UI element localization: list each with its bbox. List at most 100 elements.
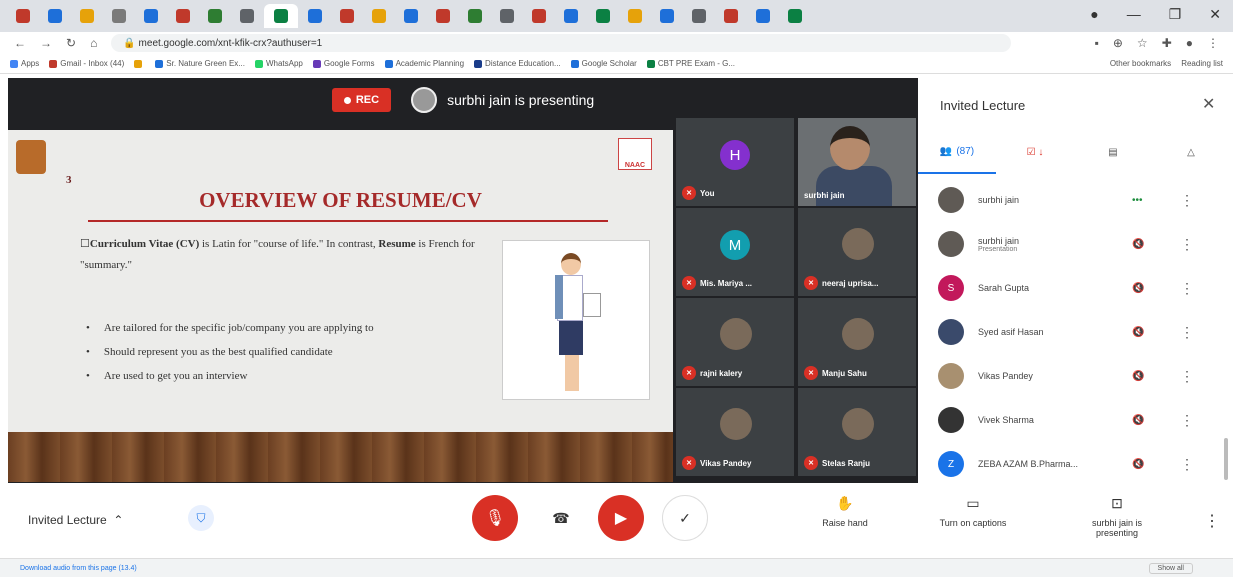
meeting-details[interactable]: Invited Lecture ⌃: [28, 513, 123, 527]
browser-tab[interactable]: [332, 4, 362, 28]
camera-icon[interactable]: ▪: [1095, 36, 1099, 50]
participant-avatar: M: [720, 230, 750, 260]
participant-tile[interactable]: surbhi jain: [798, 118, 916, 206]
participant-tile[interactable]: H ✕ You: [676, 118, 794, 206]
participant-tile[interactable]: M ✕ Mis. Mariya ...: [676, 208, 794, 296]
participant-more-icon[interactable]: ⋮: [1180, 412, 1194, 429]
participant-tile[interactable]: ✕ rajni kalery: [676, 298, 794, 386]
browser-tab[interactable]: [492, 4, 522, 28]
browser-tab[interactable]: [72, 4, 102, 28]
tab-people[interactable]: 👥 (87): [918, 130, 996, 174]
participant-row[interactable]: Syed asif Hasan 🔇 ⋮: [918, 310, 1233, 354]
reload-icon[interactable]: ↻: [66, 36, 76, 50]
browser-tab[interactable]: [200, 4, 230, 28]
participant-more-icon[interactable]: ⋮: [1180, 456, 1194, 473]
bookmark-item[interactable]: Distance Education...: [474, 59, 561, 68]
tab-chat[interactable]: ▤: [1074, 147, 1152, 158]
participant-tile[interactable]: ✕ Stelas Ranju: [798, 388, 916, 476]
browser-tab[interactable]: [264, 4, 298, 28]
participant-row[interactable]: Z ZEBA AZAM B.Pharma... 🔇 ⋮: [918, 442, 1233, 486]
close-panel-icon[interactable]: ✕: [1202, 94, 1215, 114]
tab-host-controls[interactable]: △: [1152, 147, 1230, 158]
bookmark-folder[interactable]: Reading list: [1181, 59, 1223, 68]
mic-off-button[interactable]: 🎙: [472, 495, 518, 541]
participant-row[interactable]: surbhi jain ••• ⋮: [918, 178, 1233, 222]
url-field[interactable]: 🔒 meet.google.com/xnt-kfik-crx?authuser=…: [111, 34, 1012, 52]
participant-row[interactable]: Vivek Sharma 🔇 ⋮: [918, 398, 1233, 442]
browser-tab[interactable]: [588, 4, 618, 28]
home-icon[interactable]: ⌂: [90, 36, 97, 50]
bookmark-item[interactable]: Sr. Nature Green Ex...: [155, 59, 245, 68]
browser-tab[interactable]: [300, 4, 330, 28]
browser-tab[interactable]: [780, 4, 810, 28]
browser-tab[interactable]: [232, 4, 262, 28]
participant-more-icon[interactable]: ⋮: [1180, 280, 1194, 297]
browser-tab-strip: ● — ❐ ✕: [0, 0, 1233, 32]
browser-tab[interactable]: [364, 4, 394, 28]
browser-tab[interactable]: [460, 4, 490, 28]
minimize-icon[interactable]: —: [1127, 6, 1141, 23]
more-options-button[interactable]: ✓: [662, 495, 708, 541]
browser-tab[interactable]: [652, 4, 682, 28]
browser-tab[interactable]: [104, 4, 134, 28]
participant-more-icon[interactable]: ⋮: [1180, 324, 1194, 341]
participant-tile[interactable]: ✕ Manju Sahu: [798, 298, 916, 386]
shield-icon[interactable]: ⛉: [188, 505, 214, 531]
browser-tab[interactable]: [524, 4, 554, 28]
bookmark-item[interactable]: Gmail - Inbox (44): [49, 59, 124, 68]
url-text: meet.google.com/xnt-kfik-crx?authuser=1: [138, 37, 323, 49]
user-icon[interactable]: ●: [1090, 6, 1098, 23]
participant-row[interactable]: surbhi jain Presentation 🔇 ⋮: [918, 222, 1233, 266]
participant-more-icon[interactable]: ⋮: [1180, 236, 1194, 253]
browser-tab[interactable]: [8, 4, 38, 28]
bookmark-label: Apps: [21, 59, 40, 68]
participant-tile[interactable]: ✕ neeraj uprisa...: [798, 208, 916, 296]
camera-off-button[interactable]: ▶: [598, 495, 644, 541]
presenting-text: surbhi jain is presenting: [447, 92, 595, 108]
people-panel: Invited Lecture ✕ 👥 (87) ☑ ↓ ▤ △ surbhi j…: [918, 78, 1233, 483]
forward-icon[interactable]: →: [40, 36, 52, 50]
participant-more-icon[interactable]: ⋮: [1180, 368, 1194, 385]
browser-tab[interactable]: [396, 4, 426, 28]
browser-tab[interactable]: [716, 4, 746, 28]
bookmark-item[interactable]: [134, 59, 145, 68]
bookmark-folder[interactable]: Other bookmarks: [1110, 59, 1171, 68]
panel-scrollbar[interactable]: [1224, 438, 1228, 480]
browser-tab[interactable]: [428, 4, 458, 28]
bookmark-item[interactable]: Google Scholar: [570, 59, 637, 68]
captions-button[interactable]: ▭ Turn on captions: [928, 495, 1018, 528]
profile-icon[interactable]: ●: [1186, 36, 1193, 50]
leave-call-button[interactable]: ☎: [538, 495, 584, 541]
bookmark-item[interactable]: WhatsApp: [254, 59, 303, 68]
participant-more-icon[interactable]: ⋮: [1180, 192, 1194, 209]
participant-tile-label: ✕ Stelas Ranju: [804, 456, 870, 470]
participant-name: Mis. Mariya ...: [700, 278, 753, 288]
more-menu-icon[interactable]: ⋮: [1204, 511, 1220, 531]
raise-hand-button[interactable]: ✋ Raise hand: [800, 495, 890, 528]
browser-tab[interactable]: [684, 4, 714, 28]
browser-tab[interactable]: [136, 4, 166, 28]
participant-row[interactable]: Vikas Pandey 🔇 ⋮: [918, 354, 1233, 398]
tab-activities[interactable]: ☑ ↓: [996, 147, 1074, 158]
bookmark-item[interactable]: CBT PRE Exam - G...: [646, 59, 735, 68]
present-button[interactable]: ⊡ surbhi jain is presenting: [1072, 495, 1162, 538]
show-all-button[interactable]: Show all: [1148, 562, 1193, 574]
maximize-icon[interactable]: ❐: [1169, 6, 1182, 23]
browser-tab[interactable]: [168, 4, 198, 28]
participant-row[interactable]: S Sarah Gupta 🔇 ⋮: [918, 266, 1233, 310]
participant-tile[interactable]: ✕ Vikas Pandey: [676, 388, 794, 476]
extension-icon[interactable]: ✚: [1162, 36, 1172, 50]
star-icon[interactable]: ☆: [1137, 36, 1148, 50]
browser-tab[interactable]: [40, 4, 70, 28]
bookmark-item[interactable]: Google Forms: [312, 59, 375, 68]
menu-icon[interactable]: ⋮: [1207, 36, 1219, 50]
browser-tab[interactable]: [620, 4, 650, 28]
browser-tab[interactable]: [556, 4, 586, 28]
browser-tab[interactable]: [748, 4, 778, 28]
back-icon[interactable]: ←: [14, 36, 26, 50]
download-item[interactable]: Download audio from this page (13.4): [20, 565, 137, 572]
bookmark-item[interactable]: Academic Planning: [384, 59, 464, 68]
close-window-icon[interactable]: ✕: [1209, 6, 1221, 23]
bookmark-item[interactable]: Apps: [10, 59, 39, 68]
zoom-icon[interactable]: ⊕: [1113, 36, 1123, 50]
